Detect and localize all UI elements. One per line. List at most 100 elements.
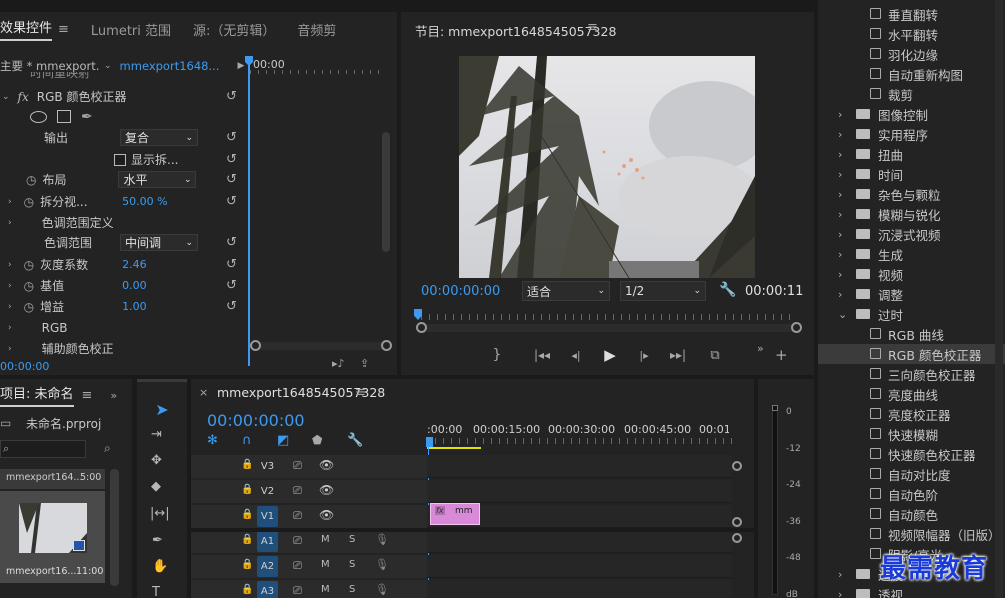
nest-icon[interactable]: ✻: [207, 433, 242, 448]
project-item-2[interactable]: mmexport16... 11:00: [0, 491, 105, 583]
effect-folder[interactable]: › 视频: [818, 264, 1005, 284]
collapse-chevron-icon[interactable]: ⌄: [2, 92, 10, 102]
effect-item[interactable]: RGB 颜色校正器: [818, 344, 1005, 364]
chevron-right-icon[interactable]: ›: [838, 168, 842, 181]
gain-value[interactable]: 1.00: [122, 300, 147, 313]
track-divider[interactable]: [191, 528, 754, 532]
panel-menu-icon[interactable]: ≡: [587, 20, 598, 35]
expand-chevron-icon[interactable]: ›: [8, 302, 12, 312]
reset-icon[interactable]: ↺: [226, 172, 237, 187]
effect-item[interactable]: 裁剪: [818, 84, 1005, 104]
reset-icon[interactable]: ↺: [226, 235, 237, 250]
stopwatch-icon[interactable]: ◷: [24, 279, 34, 293]
microphone-icon[interactable]: 🎙: [375, 533, 389, 546]
track-select-tool-icon[interactable]: ⇥: [151, 427, 162, 442]
hand-tool-icon[interactable]: ✋: [152, 559, 168, 574]
linked-selection-icon[interactable]: ◩: [277, 433, 312, 448]
chevron-right-icon[interactable]: ›: [838, 588, 842, 598]
project-scrollbar[interactable]: [110, 469, 119, 586]
pen-tool-icon[interactable]: ✒: [152, 533, 163, 548]
effect-folder[interactable]: › 生成: [818, 244, 1005, 264]
panel-menu-icon[interactable]: ≡: [82, 388, 93, 403]
tone-range-dropdown[interactable]: 中间调 ⌄: [120, 234, 198, 251]
pen-mask-icon[interactable]: ✒: [81, 109, 93, 125]
mute-button[interactable]: M: [321, 534, 330, 545]
gamma-value[interactable]: 2.46: [122, 258, 147, 271]
track-lane[interactable]: [427, 580, 732, 598]
effect-item[interactable]: 三向颜色校正器: [818, 364, 1005, 384]
mute-button[interactable]: M: [321, 584, 330, 595]
razor-tool-icon[interactable]: ◆: [151, 479, 161, 494]
effect-folder[interactable]: › 图像控制: [818, 104, 1005, 124]
program-ruler[interactable]: [421, 314, 793, 320]
go-to-in-icon[interactable]: |◂◂: [525, 348, 559, 362]
effect-item[interactable]: 视频限幅器（旧版）: [818, 524, 1005, 544]
work-area-bar[interactable]: [427, 447, 481, 449]
project-item-1[interactable]: mmexport164... 5:00: [0, 469, 105, 489]
play-audio-icon[interactable]: ▸♪: [332, 357, 345, 370]
eye-icon[interactable]: 👁: [319, 458, 334, 472]
toggle-output-icon[interactable]: ⎚: [293, 459, 302, 473]
solo-button[interactable]: S: [349, 584, 355, 595]
program-zoom-bar[interactable]: [416, 322, 802, 333]
effect-item[interactable]: 快速颜色校正器: [818, 444, 1005, 464]
effect-item[interactable]: RGB 曲线: [818, 324, 1005, 344]
video-clip[interactable]: fx mm: [430, 503, 480, 525]
play-icon[interactable]: ▶: [593, 346, 627, 364]
chevron-down-icon[interactable]: ⌄: [104, 61, 112, 71]
stopwatch-icon[interactable]: ◷: [24, 195, 34, 209]
effect-item[interactable]: 亮度曲线: [818, 384, 1005, 404]
mute-button[interactable]: M: [321, 559, 330, 570]
timeline-ruler[interactable]: :00:00 00:00:15:00 00:00:30:00 00:00:45:…: [427, 423, 732, 449]
reset-icon[interactable]: ↺: [226, 89, 237, 104]
timeline-playhead-handle[interactable]: [426, 437, 433, 447]
ripple-edit-tool-icon[interactable]: ✥: [151, 453, 162, 468]
layout-dropdown[interactable]: 水平 ⌄: [118, 171, 197, 188]
step-forward-icon[interactable]: |▸: [627, 349, 661, 362]
track-target-button[interactable]: V2: [257, 481, 278, 502]
type-tool-icon[interactable]: T: [152, 585, 160, 598]
more-panels-icon[interactable]: »: [110, 389, 117, 402]
reset-icon[interactable]: ↺: [226, 278, 237, 293]
expand-chevron-icon[interactable]: ›: [8, 281, 12, 291]
fx-icon[interactable]: fx: [18, 90, 29, 104]
toggle-output-icon[interactable]: ⎚: [293, 509, 302, 523]
close-icon[interactable]: ×: [199, 386, 208, 399]
mark-out-icon[interactable]: }: [487, 347, 507, 363]
chevron-down-icon[interactable]: ⌄: [838, 308, 847, 321]
stopwatch-icon[interactable]: ◷: [24, 258, 34, 272]
sync-lock-icon[interactable]: ⎚: [293, 584, 302, 598]
lock-icon[interactable]: 🔒: [241, 559, 253, 570]
expand-chevron-icon[interactable]: ›: [8, 218, 12, 228]
resolution-dropdown[interactable]: 1/2 ⌄: [620, 281, 706, 301]
expand-chevron-icon[interactable]: ›: [8, 197, 12, 207]
effect-item[interactable]: 自动颜色: [818, 504, 1005, 524]
effect-folder[interactable]: ⌄ 过时: [818, 304, 1005, 324]
button-editor-plus-icon[interactable]: +: [775, 346, 788, 364]
lock-icon[interactable]: 🔒: [241, 484, 253, 495]
expand-chevron-icon[interactable]: ›: [8, 323, 12, 333]
effect-item[interactable]: 垂直翻转: [818, 4, 1005, 24]
eye-icon[interactable]: 👁: [319, 483, 334, 497]
tab-source[interactable]: 源:（无剪辑）: [193, 20, 275, 39]
wrench-icon[interactable]: 🔧: [719, 282, 736, 298]
solo-button[interactable]: S: [349, 534, 355, 545]
reset-icon[interactable]: ↺: [226, 257, 237, 272]
tab-lumetri-scopes[interactable]: Lumetri 范围: [91, 20, 171, 39]
chevron-right-icon[interactable]: ›: [838, 568, 842, 581]
expand-chevron-icon[interactable]: ›: [8, 260, 12, 270]
track-lane[interactable]: [427, 480, 732, 503]
panel-menu-icon[interactable]: ≡: [355, 385, 366, 400]
track-target-button[interactable]: V1: [257, 506, 278, 527]
reset-icon[interactable]: ↺: [226, 130, 237, 145]
show-split-checkbox[interactable]: [114, 153, 126, 166]
effect-item[interactable]: 快速模糊: [818, 424, 1005, 444]
solo-button[interactable]: S: [349, 559, 355, 570]
chevron-right-icon[interactable]: ›: [838, 228, 842, 241]
sync-lock-icon[interactable]: ⎚: [293, 534, 302, 548]
reset-icon[interactable]: ↺: [226, 194, 237, 209]
track-lane[interactable]: [427, 455, 732, 478]
effect-item[interactable]: 自动重新构图: [818, 64, 1005, 84]
timeline-timecode[interactable]: 00:00:00:00: [207, 411, 305, 430]
effect-item[interactable]: 水平翻转: [818, 24, 1005, 44]
